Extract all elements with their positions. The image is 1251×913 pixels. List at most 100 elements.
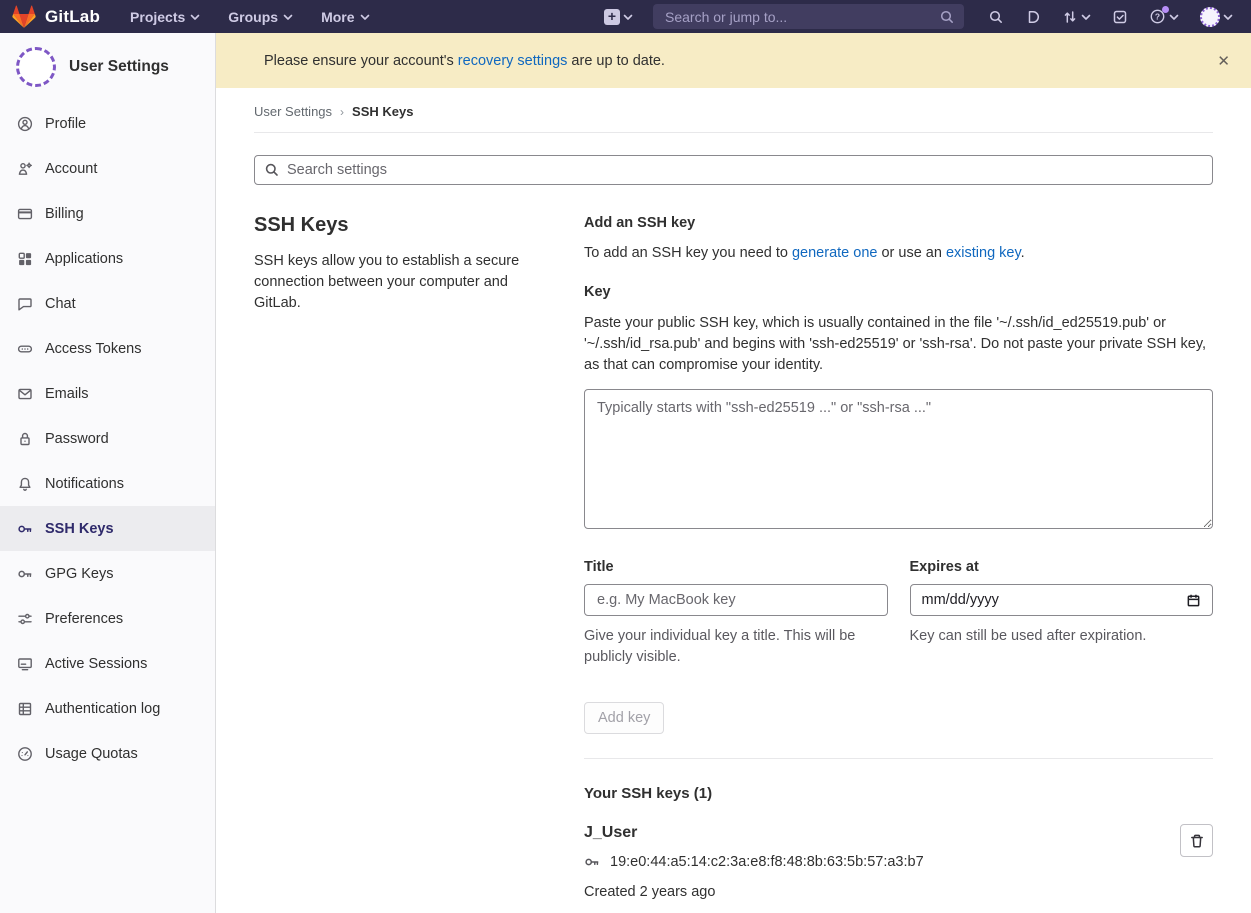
- section-description-column: SSH Keys SSH keys allow you to establish…: [254, 207, 584, 913]
- sidebar-item-gpg-keys[interactable]: GPG Keys: [0, 551, 215, 596]
- sidebar-item-usage-quotas[interactable]: Usage Quotas: [0, 731, 215, 776]
- chevron-down-icon: [283, 13, 293, 21]
- alert-message: Please ensure your account's recovery se…: [264, 53, 665, 69]
- settings-sidebar: User Settings Profile Account Billing Ap…: [0, 33, 216, 913]
- ssh-key-created: Created 2 years ago: [584, 884, 924, 900]
- title-input[interactable]: [584, 584, 888, 616]
- breadcrumb-user-settings[interactable]: User Settings: [254, 104, 332, 119]
- sidebar-item-chat[interactable]: Chat: [0, 281, 215, 326]
- add-key-intro: To add an SSH key you need to generate o…: [584, 245, 1213, 261]
- preferences-icon: [17, 611, 33, 627]
- breadcrumb-divider: [254, 132, 1213, 133]
- svg-text:?: ?: [1155, 11, 1160, 21]
- alert-banner: Please ensure your account's recovery se…: [216, 33, 1251, 88]
- key-icon: [584, 854, 600, 870]
- chat-icon: [17, 296, 33, 312]
- settings-search: [254, 155, 1213, 185]
- title-field: Title Give your individual key a title. …: [584, 559, 888, 668]
- ssh-key-textarea[interactable]: [584, 389, 1213, 529]
- nav-projects[interactable]: Projects: [130, 9, 200, 25]
- global-search-input[interactable]: [653, 4, 964, 29]
- breadcrumb-current: SSH Keys: [352, 104, 413, 119]
- add-ssh-key-heading: Add an SSH key: [584, 215, 1213, 231]
- sidebar-title: User Settings: [69, 58, 169, 76]
- emails-icon: [17, 386, 33, 402]
- generate-one-link[interactable]: generate one: [792, 245, 877, 261]
- sidebar-item-billing[interactable]: Billing: [0, 191, 215, 236]
- ssh-keys-section: SSH Keys SSH keys allow you to establish…: [254, 207, 1213, 913]
- sidebar-item-preferences[interactable]: Preferences: [0, 596, 215, 641]
- key-help-text: Paste your public SSH key, which is usua…: [584, 313, 1213, 376]
- expires-date-input[interactable]: mm/dd/yyyy: [910, 584, 1214, 616]
- gpg-keys-icon: [17, 566, 33, 582]
- sidebar-nav: Profile Account Billing Applications Cha…: [0, 101, 215, 776]
- sidebar-item-emails[interactable]: Emails: [0, 371, 215, 416]
- issues-button[interactable]: [1025, 9, 1041, 25]
- password-icon: [17, 431, 33, 447]
- todos-icon: [1112, 9, 1128, 25]
- ssh-key-fingerprint: 19:e0:44:a5:14:c2:3a:e8:f8:48:8b:63:5b:5…: [610, 854, 924, 870]
- new-menu-button[interactable]: +: [604, 9, 633, 25]
- plus-icon: +: [604, 9, 620, 25]
- search-icon: [988, 9, 1004, 25]
- sidebar-item-ssh-keys[interactable]: SSH Keys: [0, 506, 215, 551]
- keys-divider: [584, 758, 1213, 759]
- nav-groups[interactable]: Groups: [228, 9, 293, 25]
- add-key-button[interactable]: Add key: [584, 702, 664, 734]
- merge-requests-icon: [1062, 9, 1078, 25]
- search-button[interactable]: [988, 9, 1004, 25]
- sidebar-item-authentication-log[interactable]: Authentication log: [0, 686, 215, 731]
- breadcrumb: User Settings › SSH Keys: [254, 104, 1213, 119]
- alert-close-button[interactable]: ✕: [1211, 51, 1236, 71]
- your-ssh-keys-heading: Your SSH keys (1): [584, 785, 1213, 802]
- breadcrumb-separator: ›: [340, 105, 344, 119]
- sidebar-item-account[interactable]: Account: [0, 146, 215, 191]
- sidebar-item-notifications[interactable]: Notifications: [0, 461, 215, 506]
- notification-dot: [1162, 6, 1169, 13]
- user-avatar: [1200, 7, 1220, 27]
- ssh-key-title[interactable]: J_User: [584, 824, 637, 842]
- expires-field: Expires at mm/dd/yyyy Key can still be u…: [910, 559, 1214, 668]
- top-navbar: GitLab Projects Groups More +: [0, 0, 1251, 33]
- todos-button[interactable]: [1112, 9, 1128, 25]
- chevron-down-icon: [1169, 13, 1179, 21]
- page-description: SSH keys allow you to establish a secure…: [254, 251, 530, 314]
- sidebar-item-active-sessions[interactable]: Active Sessions: [0, 641, 215, 686]
- chevron-down-icon: [1223, 13, 1233, 21]
- help-button[interactable]: ?: [1149, 8, 1179, 25]
- chevron-down-icon: [1081, 13, 1091, 21]
- chevron-down-icon: [190, 13, 200, 21]
- ssh-key-fingerprint-row: 19:e0:44:a5:14:c2:3a:e8:f8:48:8b:63:5b:5…: [584, 854, 924, 870]
- gitlab-tanuki-icon: [12, 5, 36, 29]
- recovery-settings-link[interactable]: recovery settings: [458, 53, 568, 69]
- gitlab-home-link[interactable]: GitLab: [12, 5, 100, 29]
- expires-help-text: Key can still be used after expiration.: [910, 626, 1214, 647]
- settings-search-input[interactable]: [254, 155, 1213, 185]
- merge-requests-button[interactable]: [1062, 9, 1091, 25]
- nav-more[interactable]: More: [321, 9, 369, 25]
- authentication-log-icon: [17, 701, 33, 717]
- ssh-key-info: J_User 19:e0:44:a5:14:c2:3a:e8:f8:48:8b:…: [584, 824, 924, 913]
- sidebar-item-password[interactable]: Password: [0, 416, 215, 461]
- chevron-down-icon: [623, 13, 633, 21]
- sidebar-item-applications[interactable]: Applications: [0, 236, 215, 281]
- brand-name: GitLab: [45, 7, 100, 27]
- calendar-icon[interactable]: [1186, 593, 1201, 608]
- delete-key-button[interactable]: [1180, 824, 1213, 857]
- billing-icon: [17, 206, 33, 222]
- sidebar-item-access-tokens[interactable]: Access Tokens: [0, 326, 215, 371]
- search-icon: [264, 162, 280, 178]
- account-icon: [17, 161, 33, 177]
- user-menu-button[interactable]: [1200, 7, 1233, 27]
- primary-nav: Projects Groups More: [130, 9, 369, 25]
- sidebar-item-profile[interactable]: Profile: [0, 101, 215, 146]
- sidebar-header: User Settings: [0, 33, 215, 97]
- main-content: Please ensure your account's recovery se…: [216, 33, 1251, 913]
- existing-key-link[interactable]: existing key: [946, 245, 1021, 261]
- search-icon: [939, 9, 955, 25]
- global-search[interactable]: [653, 4, 964, 29]
- key-label: Key: [584, 284, 1213, 300]
- section-form-column: Add an SSH key To add an SSH key you nee…: [584, 207, 1213, 913]
- notifications-icon: [17, 476, 33, 492]
- ssh-key-list-item: J_User 19:e0:44:a5:14:c2:3a:e8:f8:48:8b:…: [584, 824, 1213, 913]
